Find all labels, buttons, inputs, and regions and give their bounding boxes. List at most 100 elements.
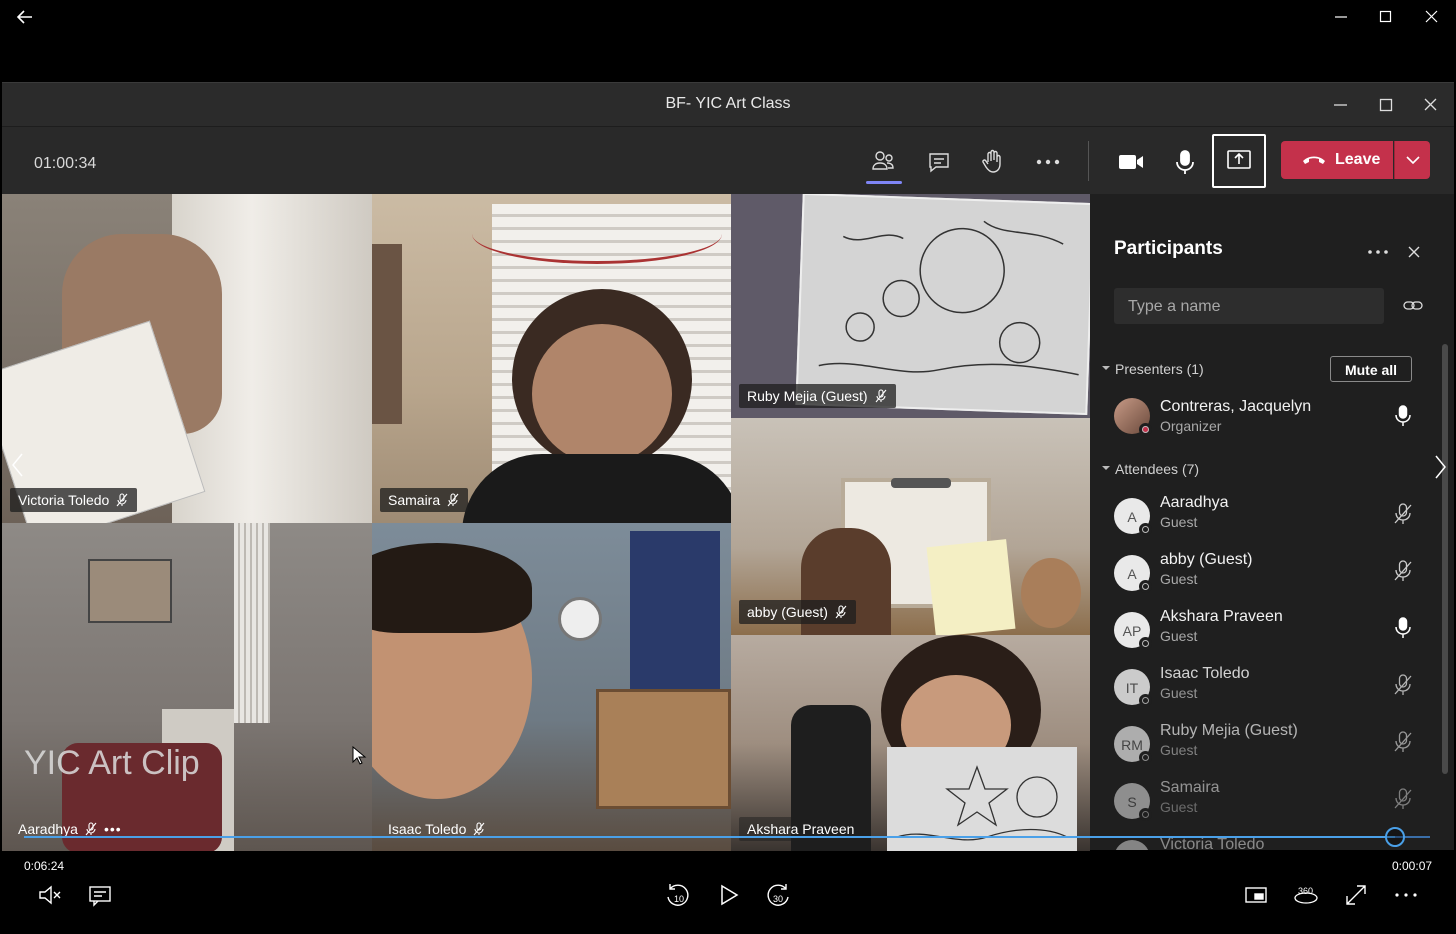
video-name-tag: Ruby Mejia (Guest) [739,384,896,408]
avatar: VT [1114,840,1150,850]
captions-icon[interactable] [86,881,114,909]
copy-link-icon[interactable] [1402,296,1424,316]
skip-forward-icon[interactable]: 30 [764,881,792,909]
participant-name: Aaradhya [1160,494,1229,511]
video-tile-isaac[interactable]: Isaac Toledo [372,523,731,851]
participant-row[interactable]: A Aaradhya Guest [1114,494,1434,544]
maximize-icon[interactable] [1375,6,1397,28]
avatar: A [1114,498,1152,536]
leave-button[interactable]: Leave [1281,141,1393,179]
participants-panel: Participants Type a name Presenters (1) … [1090,194,1454,850]
raise-hand-icon[interactable] [978,147,1008,177]
skip-back-icon[interactable]: 10 [664,881,692,909]
tile-more-icon[interactable]: ••• [104,821,122,837]
call-timer: 01:00:34 [34,155,97,172]
prev-page-arrow-icon[interactable] [8,450,28,480]
camera-icon[interactable] [1116,147,1146,177]
participant-role: Organizer [1160,418,1222,434]
video-participant-name: Ruby Mejia (Guest) [747,388,868,404]
presenters-section-label[interactable]: Presenters (1) [1115,361,1204,377]
close-icon[interactable] [1421,6,1443,28]
mini-view-icon[interactable] [1242,881,1270,909]
view-360-icon[interactable]: 360 [1292,881,1320,909]
avatar [1114,398,1152,436]
participant-name: Isaac Toledo [1160,665,1250,682]
video-tile-ruby[interactable]: Ruby Mejia (Guest) [731,194,1090,418]
participant-row[interactable]: S Samaira Guest [1114,779,1434,829]
participant-role: Guest [1160,685,1198,701]
teams-maximize-icon[interactable] [1375,94,1397,116]
volume-mute-icon[interactable] [36,881,64,909]
back-arrow-icon[interactable] [14,6,36,28]
elapsed-time: 0:06:24 [24,859,65,873]
player-controls: 0:06:24 0:00:07 10 30 360 [0,851,1456,934]
avatar: RM [1114,726,1152,764]
svg-text:360: 360 [1298,886,1313,896]
status-busy-icon [1139,423,1152,436]
panel-title: Participants [1114,238,1223,259]
seek-thumb[interactable] [1384,827,1405,847]
participant-name: Ruby Mejia (Guest) [1160,722,1298,739]
video-tile-akshara[interactable]: Akshara Praveen [731,635,1090,851]
participant-row[interactable]: A abby (Guest) Guest [1114,551,1434,601]
leave-options-dropdown[interactable] [1394,141,1430,179]
chat-icon[interactable] [924,147,954,177]
video-tile-aaradhya[interactable]: Aaradhya ••• [2,523,372,851]
teams-close-icon[interactable] [1420,94,1442,116]
meeting-toolbar: 01:00:34 Leave [2,126,1454,194]
video-tile-samaira[interactable]: Samaira [372,194,731,523]
avatar-initials: IT [1125,680,1139,696]
status-offline-icon [1139,580,1152,593]
participant-face [1021,558,1081,628]
participant-row[interactable]: AP Akshara Praveen Guest [1114,608,1434,658]
avatar: A [1114,555,1152,593]
meeting-title: BF- YIC Art Class [665,95,791,112]
share-screen-button[interactable] [1212,134,1266,188]
svg-text:10: 10 [674,894,684,904]
seek-bar-progress [24,836,1395,838]
fullscreen-icon[interactable] [1342,881,1370,909]
participant-role: Guest [1160,571,1198,587]
mic-off-icon [473,822,485,836]
player-more-icon[interactable] [1392,881,1420,909]
participant-row[interactable]: Contreras, Jacquelyn Organizer [1114,394,1434,444]
mic-off-icon [875,389,887,403]
party-banner [472,204,722,264]
status-offline-icon [1139,523,1152,536]
next-page-arrow-icon[interactable] [1430,452,1450,482]
more-options-icon[interactable] [1033,147,1063,177]
panel-close-icon[interactable] [1404,242,1424,262]
video-participant-name: Isaac Toledo [388,821,467,837]
drawing-paper [795,194,1090,416]
wall-picture [88,559,172,623]
avatar: IT [1114,669,1152,707]
panel-scrollbar[interactable] [1442,344,1448,774]
participant-row[interactable]: IT Isaac Toledo Guest [1114,665,1434,715]
teams-minimize-icon[interactable] [1330,94,1352,116]
svg-text:30: 30 [773,894,783,904]
people-active-indicator [866,181,902,184]
mute-all-button[interactable]: Mute all [1330,356,1412,382]
wall-clock [558,597,602,641]
panel-more-icon[interactable] [1366,244,1390,260]
attendees-section-label[interactable]: Attendees (7) [1115,461,1199,477]
play-icon[interactable] [714,881,742,909]
avatar: AP [1114,612,1152,650]
minimize-icon[interactable] [1330,6,1352,28]
mic-on-icon [1392,616,1414,640]
presenters-collapse-icon[interactable] [1100,362,1112,374]
people-icon[interactable] [868,147,898,177]
participant-row[interactable]: RM Ruby Mejia (Guest) Guest [1114,722,1434,772]
microphone-icon[interactable] [1170,147,1200,177]
video-tile-abby[interactable]: abby (Guest) [731,418,1090,635]
attendees-collapse-icon[interactable] [1100,462,1112,474]
video-participant-name: abby (Guest) [747,604,828,620]
video-tile-victoria[interactable]: Victoria Toledo [2,194,372,523]
participant-name: Akshara Praveen [1160,608,1283,625]
mic-off-icon [116,493,128,507]
mic-muted-icon [1392,673,1414,697]
mic-muted-icon [1392,559,1414,583]
remaining-time: 0:00:07 [1392,859,1433,873]
video-participant-name: Samaira [388,492,441,508]
participant-search-input[interactable]: Type a name [1114,288,1384,324]
